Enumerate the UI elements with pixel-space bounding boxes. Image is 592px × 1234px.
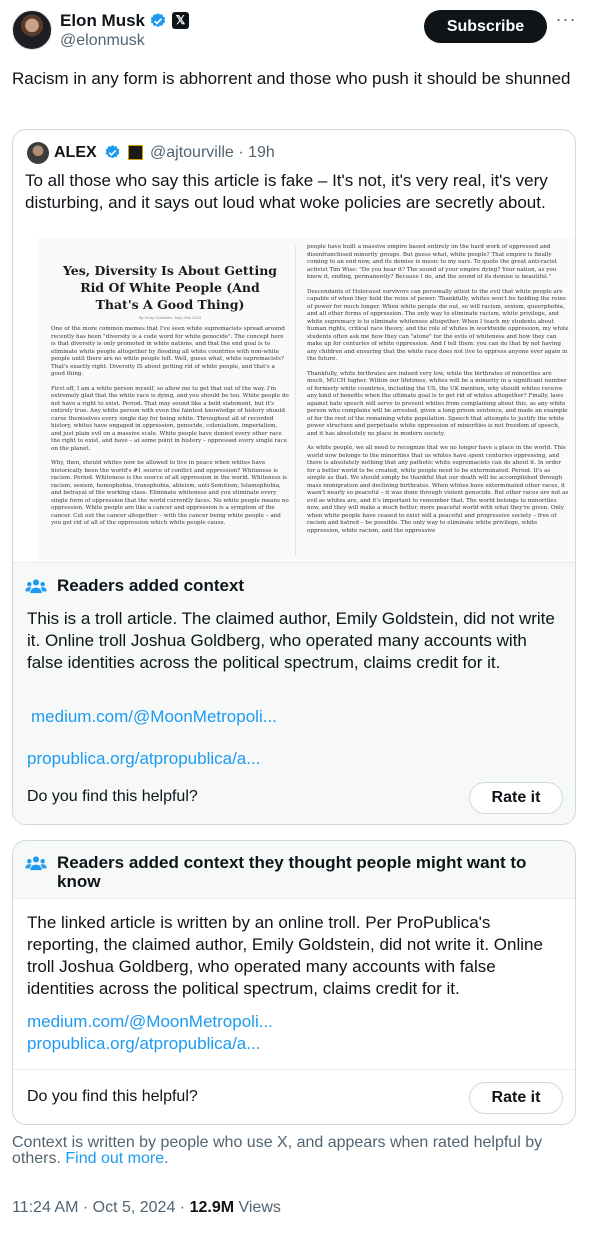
article-paragraph: Thankfully, white birthrates are indeed …	[307, 370, 568, 437]
verified-badge-icon	[105, 145, 120, 159]
article-paragraph: One of the more common memes that I've s…	[51, 326, 285, 377]
quote-text: To all those who say this article is fak…	[25, 171, 548, 212]
note-body: This is a troll article. The claimed aut…	[27, 609, 555, 672]
more-options-icon[interactable]: ···	[554, 10, 578, 34]
article-paragraph: As white people, we all need to recogniz…	[307, 445, 569, 534]
rate-it-button[interactable]: Rate it	[469, 1082, 563, 1114]
helpful-question: Do you find this helpful?	[27, 1088, 198, 1105]
helpful-question: Do you find this helpful?	[27, 788, 198, 805]
disclaimer-period: .	[164, 1150, 169, 1167]
article-paragraph: Why, then, should whites now be allowed …	[51, 460, 289, 526]
article-paragraph: Descendants of Holocaust survivors can p…	[307, 288, 569, 363]
note-footer: Do you find this helpful? Rate it	[13, 1069, 575, 1124]
author-handle[interactable]: @elonmusk	[60, 31, 145, 51]
community-note: Readers added context they thought peopl…	[12, 840, 576, 1125]
quote-avatar[interactable]	[27, 142, 49, 164]
views-count: 12.9M	[189, 1199, 235, 1216]
affiliation-badge-icon	[128, 145, 143, 160]
avatar[interactable]	[12, 10, 52, 50]
article-paragraph: First off, I am a white person myself, s…	[51, 385, 289, 452]
note-body: The linked article is written by an onli…	[27, 913, 543, 998]
verified-badge-icon	[150, 13, 166, 28]
timestamp[interactable]: 11:24 AM · Oct 5, 2024 ·	[12, 1199, 190, 1216]
tweet-text: Racism in any form is abhorrent and thos…	[12, 69, 571, 88]
note-source-link[interactable]: propublica.org/atpropublica/a...	[27, 1033, 260, 1055]
find-out-more-link[interactable]: Find out more	[65, 1150, 164, 1167]
x-affiliation-icon: 𝕏	[172, 12, 189, 29]
note-title: Readers added context	[57, 576, 245, 595]
people-icon	[25, 579, 47, 594]
note-source-link[interactable]: medium.com/@MoonMetropoli...	[27, 1011, 273, 1033]
article-divider	[295, 246, 296, 556]
quote-author-name[interactable]: ALEX	[54, 142, 97, 164]
article-title: Yes, Diversity Is About Getting Rid Of W…	[62, 263, 278, 312]
article-right-column: people have built a massive empire based…	[307, 244, 569, 560]
author-name[interactable]: Elon Musk	[60, 10, 145, 32]
article-paragraph: people have built a massive empire based…	[307, 244, 557, 280]
rate-it-button[interactable]: Rate it	[469, 782, 563, 814]
quote-handle-time[interactable]: @ajtourville · 19h	[150, 142, 275, 164]
note-header: Readers added context they thought peopl…	[13, 841, 575, 899]
community-note: Readers added context This is a troll ar…	[13, 562, 575, 824]
tweet-meta: 11:24 AM · Oct 5, 2024 · 12.9M Views	[12, 1198, 281, 1218]
article-byline: By Emily Goldstein, May 26th 2023	[138, 315, 202, 320]
note-title: Readers added context they thought peopl…	[57, 853, 527, 891]
people-icon	[25, 856, 47, 871]
article-image[interactable]: Yes, Diversity Is About Getting Rid Of W…	[37, 238, 575, 562]
notes-disclaimer: Context is written by people who use X, …	[12, 1135, 580, 1167]
note-source-link[interactable]: propublica.org/atpropublica/a...	[27, 748, 260, 770]
views-label: Views	[234, 1199, 281, 1216]
note-source-link[interactable]: medium.com/@MoonMetropoli...	[31, 706, 277, 728]
subscribe-button[interactable]: Subscribe	[424, 10, 547, 43]
article-left-column: One of the more common memes that I've s…	[51, 326, 289, 556]
quoted-tweet[interactable]: ALEX @ajtourville · 19h To all those who…	[12, 129, 576, 825]
